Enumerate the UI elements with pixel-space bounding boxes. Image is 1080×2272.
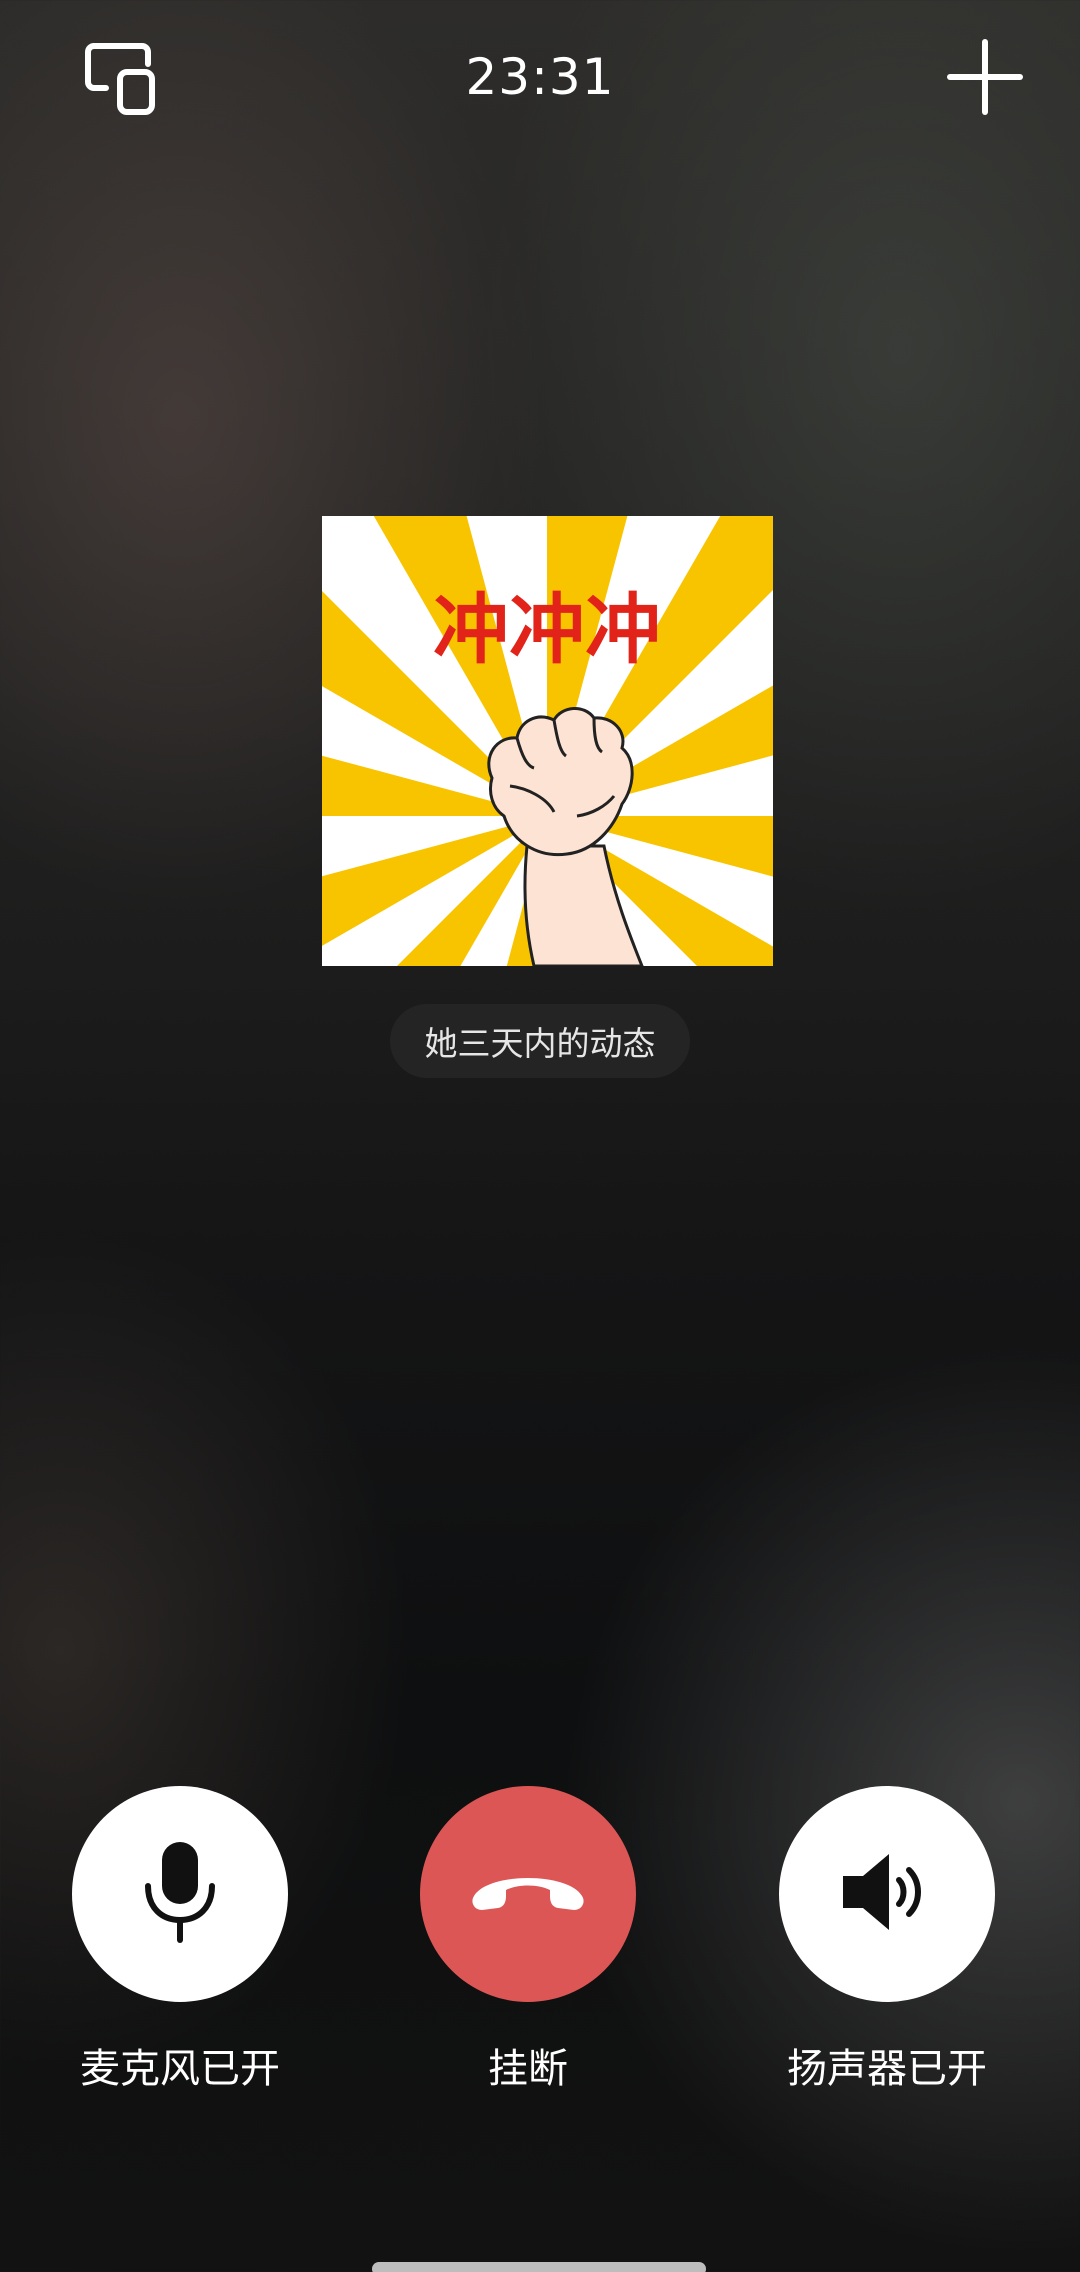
top-bar: 23:31	[0, 0, 1080, 160]
moments-button[interactable]: 她三天内的动态	[390, 1004, 690, 1078]
plus-icon[interactable]	[946, 38, 1024, 116]
speaker-label: 扬声器已开	[787, 2046, 987, 2092]
contact-avatar-sticker: 冲冲冲	[322, 516, 773, 966]
microphone-button[interactable]	[72, 1786, 288, 2002]
home-indicator[interactable]	[372, 2262, 706, 2272]
phone-hangup-icon	[468, 1862, 588, 1926]
microphone-icon	[140, 1840, 220, 1948]
hangup-button[interactable]	[420, 1786, 636, 2002]
hangup-label: 挂断	[488, 2046, 568, 2092]
moments-label: 她三天内的动态	[424, 1024, 656, 1063]
speaker-button[interactable]	[779, 1786, 995, 2002]
speaker-icon	[837, 1842, 937, 1946]
sticker-text: 冲冲冲	[433, 585, 661, 674]
microphone-label: 麦克风已开	[80, 2046, 280, 2092]
status-time: 23:31	[465, 48, 615, 106]
